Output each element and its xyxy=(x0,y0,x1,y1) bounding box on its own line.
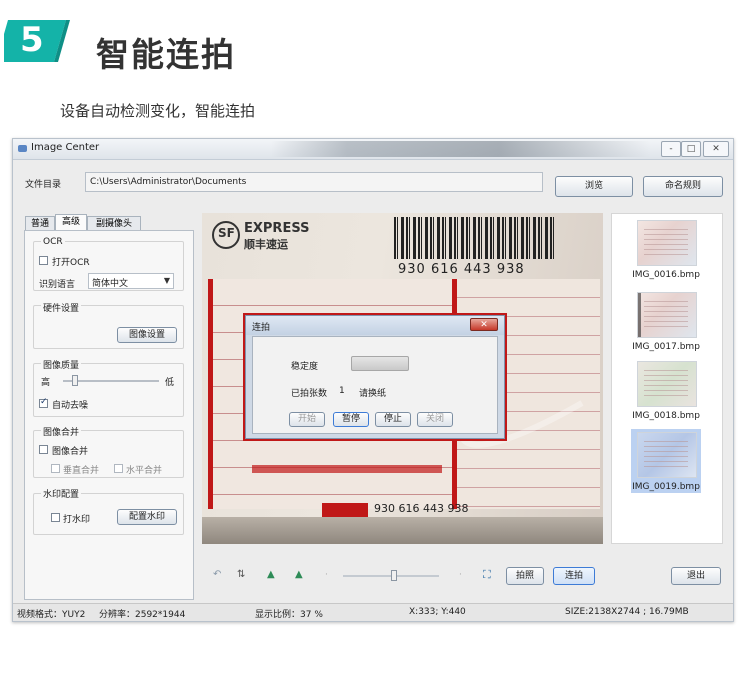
pause-button[interactable]: 暂停 xyxy=(333,412,369,427)
brand-cn-text: 顺丰速运 xyxy=(244,238,288,251)
horizontal-merge-checkbox[interactable] xyxy=(114,464,123,473)
waybill-number-bottom: 930 616 443 938 xyxy=(374,502,469,515)
flip-icon[interactable]: ⇅ xyxy=(237,569,245,580)
quality-low-label: 低 xyxy=(165,378,175,388)
language-select[interactable]: 简体中文 ▼ xyxy=(88,273,174,289)
maximize-button[interactable]: □ xyxy=(681,141,701,157)
zoom-out-icon[interactable]: ▲ xyxy=(295,569,303,580)
merge-image-label: 图像合并 xyxy=(52,447,89,457)
dialog-body: 稳定度 已拍张数 1 请换纸 开始 暂停 停止 关闭 xyxy=(252,336,498,434)
language-value: 简体中文 xyxy=(92,279,129,289)
burst-button[interactable]: 连拍 xyxy=(553,567,595,585)
browse-button[interactable]: 浏览 xyxy=(555,176,633,197)
vertical-merge-checkbox[interactable] xyxy=(51,464,60,473)
quality-group-label: 图像质量 xyxy=(41,358,82,371)
dialog-title: 连拍 xyxy=(252,323,271,333)
auto-denoise-checkbox[interactable] xyxy=(39,397,48,408)
quality-high-label: 高 xyxy=(41,378,51,388)
capture-button[interactable]: 拍照 xyxy=(506,567,544,585)
form-red-stripe xyxy=(252,465,442,473)
title-bar: Image Center - □ ✕ xyxy=(13,139,733,160)
app-window: Image Center - □ ✕ 文件目录 C:\Users\Adminis… xyxy=(12,138,734,622)
zoom-min-icon[interactable]: · xyxy=(325,570,328,580)
tab-advanced[interactable]: 高级 xyxy=(55,214,87,230)
stability-label: 稳定度 xyxy=(291,362,319,372)
status-bar: 视频格式：YUY2 分辨率：2592*1944 显示比例：37 % X:333;… xyxy=(13,603,733,621)
thumbnail-image[interactable] xyxy=(637,220,697,266)
horizontal-merge-label: 水平合并 xyxy=(126,466,163,476)
stop-button[interactable]: 停止 xyxy=(375,412,411,427)
settings-panel: OCR 打开OCR 识别语言 简体中文 ▼ 硬件设置 图像设置 图像质量 高 低… xyxy=(24,230,194,600)
brand-text: EXPRESS xyxy=(244,221,310,236)
dialog-close-button[interactable]: ✕ xyxy=(470,318,498,331)
language-label: 识别语言 xyxy=(39,280,76,290)
thumbnail-image[interactable] xyxy=(637,361,697,407)
exit-button[interactable]: 退出 xyxy=(671,567,721,585)
count-label: 已拍张数 xyxy=(291,389,328,399)
thumbnail-image[interactable] xyxy=(637,292,697,338)
stability-meter xyxy=(351,356,409,371)
page-title: 智能连拍 xyxy=(96,35,236,74)
open-ocr-label: 打开OCR xyxy=(52,258,90,268)
camera-preview[interactable]: SF EXPRESS 顺丰速运 930 616 443 938 930 616 … xyxy=(202,213,603,544)
step-number: 5 xyxy=(20,20,44,60)
file-dir-input[interactable]: C:\Users\Administrator\Documents xyxy=(85,172,543,192)
resolution: 分辨率：2592*1944 xyxy=(99,610,186,620)
waybill-number: 930 616 443 938 xyxy=(398,262,525,277)
quality-slider-thumb[interactable] xyxy=(72,375,78,386)
zoom-slider-thumb[interactable] xyxy=(391,570,397,581)
thumbnail-label: IMG_0016.bmp xyxy=(632,270,700,280)
configure-watermark-button[interactable]: 配置水印 xyxy=(117,509,177,525)
merge-group-label: 图像合并 xyxy=(41,425,82,438)
cursor-coords: X:333; Y:440 xyxy=(409,607,466,617)
thumbnail-list: IMG_0016.bmp IMG_0017.bmp IMG_0018.bmp I… xyxy=(611,213,723,544)
start-button[interactable]: 开始 xyxy=(289,412,325,427)
change-paper-prompt: 请换纸 xyxy=(359,389,387,399)
step-badge: 5 xyxy=(0,16,74,68)
watermark-checkbox[interactable] xyxy=(51,513,60,522)
merge-image-checkbox[interactable] xyxy=(39,445,48,454)
sf-logo-icon: SF xyxy=(212,221,240,249)
auto-denoise-label: 自动去噪 xyxy=(52,401,89,411)
file-dir-value: C:\Users\Administrator\Documents xyxy=(90,177,247,187)
ocr-group-label: OCR xyxy=(41,237,65,247)
barcode xyxy=(394,217,556,259)
title-bar-blur xyxy=(271,141,651,157)
thumbnail-label: IMG_0017.bmp xyxy=(632,342,700,352)
close-button[interactable]: ✕ xyxy=(703,141,729,157)
tab-normal[interactable]: 普通 xyxy=(25,216,55,230)
tab-secondary-camera[interactable]: 副摄像头 xyxy=(87,216,141,230)
window-title: Image Center xyxy=(31,142,100,153)
watermark-label: 打水印 xyxy=(63,515,91,525)
thumbnail-label: IMG_0019.bmp xyxy=(632,482,700,492)
hardware-group-label: 硬件设置 xyxy=(41,301,82,314)
open-ocr-checkbox[interactable] xyxy=(39,256,48,265)
thumbnail-label: IMG_0018.bmp xyxy=(632,411,700,421)
video-format: 视频格式：YUY2 xyxy=(17,610,86,620)
app-icon xyxy=(18,145,27,152)
form-red-stamp xyxy=(322,503,368,517)
count-value: 1 xyxy=(339,386,345,396)
watermark-group-label: 水印配置 xyxy=(41,487,82,500)
minimize-button[interactable]: - xyxy=(661,141,681,157)
burst-dialog: 连拍 ✕ 稳定度 已拍张数 1 请换纸 开始 暂停 停止 关闭 xyxy=(245,315,505,439)
rotate-left-icon[interactable]: ↶ xyxy=(213,569,221,580)
display-scale: 显示比例：37 % xyxy=(255,610,323,620)
fit-screen-icon[interactable]: ⛶ xyxy=(483,568,491,582)
preview-bottom-shadow xyxy=(202,517,603,544)
page-subtitle: 设备自动检测变化，智能连拍 xyxy=(60,102,256,120)
file-dir-label: 文件目录 xyxy=(25,180,62,190)
close-dialog-button[interactable]: 关闭 xyxy=(417,412,453,427)
zoom-max-icon[interactable]: · xyxy=(459,570,462,580)
vertical-merge-label: 垂直合并 xyxy=(63,466,100,476)
thumbnail-image[interactable] xyxy=(637,432,697,478)
dialog-title-bar xyxy=(246,316,504,335)
image-size: SIZE:2138X2744 ; 16.79MB xyxy=(565,607,689,617)
naming-rule-button[interactable]: 命名规则 xyxy=(643,176,723,197)
image-settings-button[interactable]: 图像设置 xyxy=(117,327,177,343)
zoom-in-icon[interactable]: ▲ xyxy=(267,569,275,580)
chevron-down-icon: ▼ xyxy=(163,276,170,285)
